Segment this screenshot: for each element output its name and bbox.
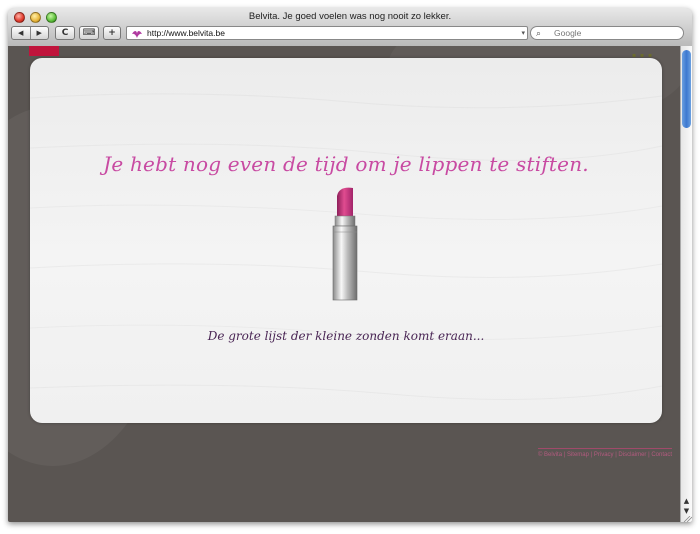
search-field[interactable]: ⌕ Google <box>530 26 684 40</box>
resize-grip-icon[interactable] <box>681 516 692 522</box>
scroll-up-icon[interactable]: ▲ <box>681 496 692 506</box>
teaser-headline: Je hebt nog even de tijd om je lippen te… <box>103 152 589 176</box>
scrollbar-thumb[interactable] <box>682 50 691 128</box>
search-icon: ⌕ <box>536 28 542 38</box>
nav-buttons: ◀ ▶ <box>11 26 49 40</box>
teaser-subline: De grote lijst der kleine zonden komt er… <box>207 329 485 343</box>
logo-fragment <box>29 46 59 56</box>
add-bookmark-button[interactable]: + <box>103 26 121 40</box>
url-text: http://www.belvita.be <box>147 28 225 38</box>
lipstick-image <box>332 187 358 301</box>
vertical-scrollbar[interactable]: ▲ ▼ <box>680 46 692 522</box>
title-bar: Belvita. Je goed voelen was nog nooit zo… <box>8 8 692 47</box>
browser-window: Belvita. Je goed voelen was nog nooit zo… <box>8 8 692 522</box>
belvita-favicon-icon <box>132 31 142 38</box>
address-bar[interactable]: http://www.belvita.be ▾ <box>126 26 528 40</box>
search-placeholder: Google <box>554 28 582 38</box>
back-button[interactable]: ◀ <box>12 29 30 37</box>
teaser-card: Je hebt nog even de tijd om je lippen te… <box>30 58 662 423</box>
scroll-down-icon[interactable]: ▼ <box>681 506 692 516</box>
snapback-button[interactable]: ⌨ <box>79 26 99 40</box>
chevron-down-icon[interactable]: ▾ <box>521 28 525 40</box>
page-viewport: ▪ ▪ ▪ Je hebt nog even de tijd om je lip… <box>8 46 692 522</box>
forward-button[interactable]: ▶ <box>31 29 49 37</box>
reload-icon: C <box>61 28 69 38</box>
window-title: Belvita. Je goed voelen was nog nooit zo… <box>248 11 452 22</box>
reload-button[interactable]: C <box>55 26 75 40</box>
footer-links[interactable]: © Belvita | Sitemap | Privacy | Disclaim… <box>537 448 672 458</box>
plus-icon: + <box>108 28 116 38</box>
keyboard-icon: ⌨ <box>82 28 96 38</box>
